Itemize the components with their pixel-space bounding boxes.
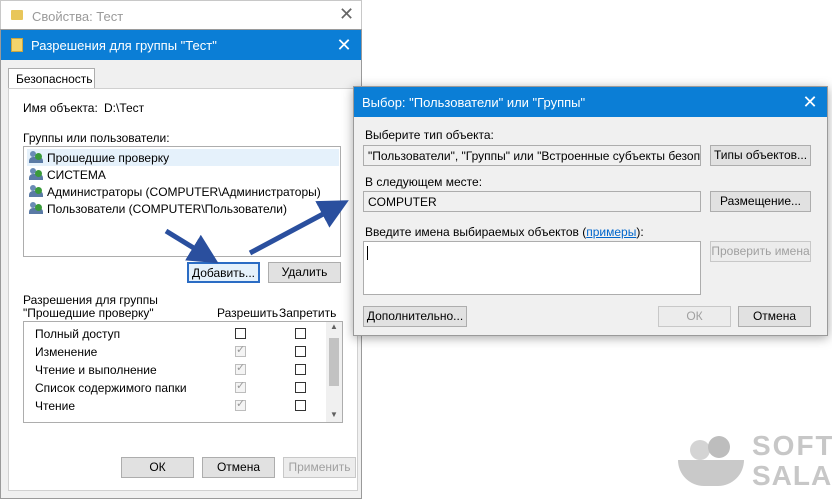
arrow-to-add-button — [164, 228, 219, 264]
softsalad-logo: SOFT SALAD — [676, 428, 832, 494]
watermark-soft: SOFT — [752, 430, 832, 461]
watermark-salad: SALAD — [752, 460, 832, 491]
arrow-to-select-dialog — [248, 200, 349, 256]
salad-bowl-icon — [678, 436, 744, 486]
annotation-arrows — [164, 200, 349, 264]
